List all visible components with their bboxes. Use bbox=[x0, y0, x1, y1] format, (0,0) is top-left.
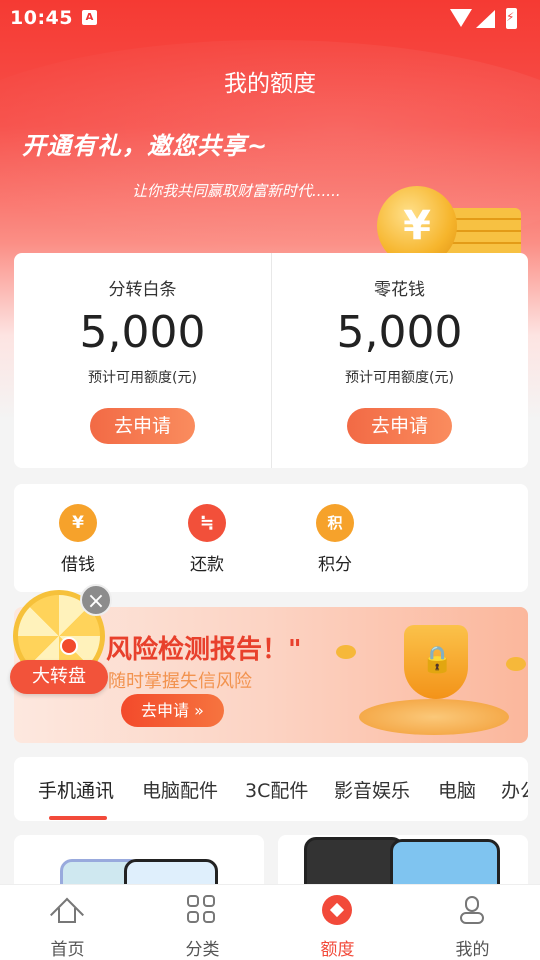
notification-app-icon: A bbox=[82, 10, 97, 25]
tab-office[interactable]: 办公 bbox=[501, 776, 528, 803]
credit-product-fenzhuan: 分转白条 5,000 预计可用额度(元) 去申请 bbox=[14, 253, 271, 468]
credit-amount-note: 预计可用额度(元) bbox=[88, 370, 197, 386]
borrow-money-icon: ¥ bbox=[59, 504, 97, 542]
promo-title: 风险检测报告！" bbox=[106, 635, 302, 665]
battery-charging-icon bbox=[506, 8, 517, 29]
lucky-wheel-label[interactable]: 大转盘 bbox=[10, 660, 108, 694]
nav-quota[interactable]: 额度 bbox=[270, 885, 405, 960]
home-icon bbox=[50, 895, 84, 932]
credit-amount: 5,000 bbox=[336, 307, 463, 358]
credit-product-name: 零花钱 bbox=[374, 280, 425, 300]
quick-action-borrow[interactable]: ¥ 借钱 bbox=[28, 484, 128, 592]
status-indicators bbox=[450, 7, 530, 31]
lucky-wheel-float[interactable]: × 大转盘 bbox=[10, 584, 115, 696]
nav-label: 分类 bbox=[185, 940, 220, 960]
points-icon: 积 bbox=[316, 504, 354, 542]
status-bar: 10:45 A bbox=[0, 0, 540, 38]
wheel-pointer-icon bbox=[60, 637, 78, 655]
credit-amount-note: 预计可用额度(元) bbox=[345, 370, 454, 386]
coin-decoration-icon bbox=[506, 657, 526, 671]
nav-label: 我的 bbox=[455, 940, 490, 960]
apply-button-linghuaqian[interactable]: 去申请 bbox=[347, 408, 452, 444]
nav-label: 首页 bbox=[50, 940, 85, 960]
nav-category[interactable]: 分类 bbox=[135, 885, 270, 960]
profile-icon bbox=[457, 895, 487, 925]
gold-coins-illustration: ¥ bbox=[375, 180, 525, 266]
wifi-icon bbox=[450, 9, 472, 27]
coin-stack-icon bbox=[445, 208, 521, 258]
quick-actions-card: ¥ 借钱 ≒ 还款 积 积分 bbox=[14, 484, 528, 592]
tab-pc-accessories[interactable]: 电脑配件 bbox=[142, 776, 218, 803]
close-icon[interactable]: × bbox=[80, 584, 112, 616]
quick-action-points[interactable]: 积 积分 bbox=[285, 484, 385, 592]
promo-apply-button[interactable]: 去申请 » bbox=[121, 694, 224, 727]
tab-entertainment[interactable]: 影音娱乐 bbox=[334, 776, 410, 803]
platform-illustration bbox=[359, 699, 509, 735]
repay-bag-icon: ≒ bbox=[188, 504, 226, 542]
credit-limit-card: 分转白条 5,000 预计可用额度(元) 去申请 零花钱 5,000 预计可用额… bbox=[14, 253, 528, 468]
category-grid-icon bbox=[187, 895, 217, 925]
quick-action-repay[interactable]: ≒ 还款 bbox=[157, 484, 257, 592]
tab-mobile[interactable]: 手机通讯 bbox=[38, 776, 114, 803]
bottom-navigation: 首页 分类 额度 我的 bbox=[0, 884, 540, 960]
quota-icon bbox=[322, 895, 352, 925]
nav-profile[interactable]: 我的 bbox=[405, 885, 540, 960]
tab-computers[interactable]: 电脑 bbox=[438, 776, 476, 803]
credit-amount: 5,000 bbox=[79, 307, 206, 358]
credit-product-name: 分转白条 bbox=[108, 280, 177, 300]
status-time: 10:45 bbox=[10, 7, 73, 29]
security-shield-icon bbox=[404, 625, 468, 699]
page-title: 我的额度 bbox=[224, 71, 316, 97]
coin-decoration-icon bbox=[336, 645, 356, 659]
hero-slogan: 开通有礼，邀您共享~ bbox=[22, 132, 269, 160]
active-tab-indicator bbox=[49, 816, 107, 820]
tab-3c-accessories[interactable]: 3C配件 bbox=[245, 776, 308, 803]
credit-product-linghuaqian: 零花钱 5,000 预计可用额度(元) 去申请 bbox=[271, 253, 528, 468]
quick-action-label: 借钱 bbox=[61, 555, 95, 575]
apply-button-fenzhuan[interactable]: 去申请 bbox=[90, 408, 195, 444]
quick-action-label: 积分 bbox=[318, 555, 352, 575]
promo-subtitle: 随时掌握失信风险 bbox=[108, 671, 252, 692]
nav-label: 额度 bbox=[320, 940, 355, 960]
signal-icon bbox=[476, 10, 495, 28]
nav-home[interactable]: 首页 bbox=[0, 885, 135, 960]
category-tabs: 手机通讯 电脑配件 3C配件 影音娱乐 电脑 办公 bbox=[14, 757, 528, 821]
quick-action-label: 还款 bbox=[190, 555, 224, 575]
hero-subtitle: 让你我共同赢取财富新时代...... bbox=[132, 182, 341, 200]
